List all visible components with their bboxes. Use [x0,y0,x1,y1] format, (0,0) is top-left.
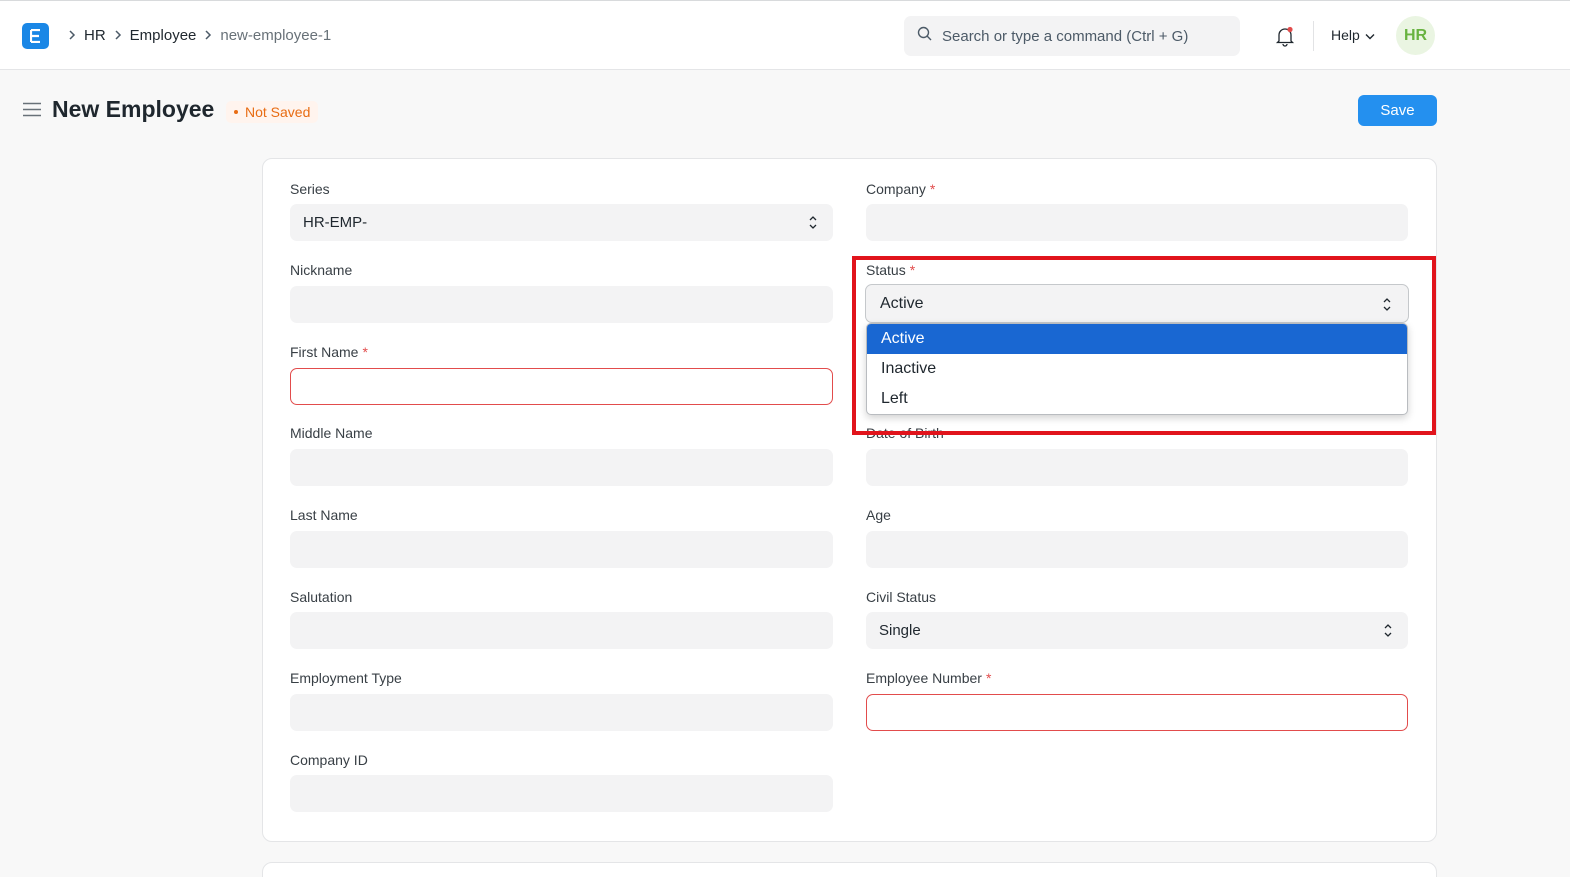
breadcrumb-current[interactable]: new-employee-1 [220,27,331,44]
search-bar[interactable]: Search or type a command (Ctrl + G) [904,16,1240,56]
middle-name-input[interactable] [290,449,833,486]
breadcrumb-hr[interactable]: HR [84,27,106,44]
civil-status-select[interactable]: Single [866,612,1408,649]
avatar[interactable]: HR [1396,16,1435,55]
nav-divider [1313,21,1314,51]
company-id-label: Company ID [290,752,368,768]
help-menu[interactable]: Help [1331,27,1375,43]
breadcrumb: HR Employee new-employee-1 [60,23,331,47]
help-label: Help [1331,27,1360,43]
series-label: Series [290,181,330,197]
chevron-right-icon [204,30,212,40]
age-input[interactable] [866,531,1408,568]
sidebar-toggle-icon[interactable] [23,102,41,117]
series-select[interactable]: HR-EMP- [290,204,833,241]
salutation-label: Salutation [290,589,353,605]
breadcrumb-employee[interactable]: Employee [130,27,197,44]
first-name-input[interactable] [290,368,833,405]
nickname-input[interactable] [290,286,833,323]
company-input[interactable] [866,204,1408,241]
navbar: HR Employee new-employee-1 Search or typ… [0,0,1570,70]
employment-type-input[interactable] [290,694,833,731]
save-button[interactable]: Save [1358,95,1437,126]
annotation-highlight-box [852,256,1436,435]
notification-bell-icon[interactable] [1274,25,1296,47]
last-name-input[interactable] [290,531,833,568]
nickname-label: Nickname [290,262,353,278]
employment-type-label: Employment Type [290,670,402,686]
chevron-right-icon [68,30,76,40]
search-icon [917,26,932,46]
company-label: Company * [866,181,936,197]
salutation-input[interactable] [290,612,833,649]
date-of-birth-input[interactable] [866,449,1408,486]
select-arrows-icon [1384,624,1392,637]
select-arrows-icon [809,216,817,229]
page-title: New Employee [52,96,215,122]
search-input[interactable]: Search or type a command (Ctrl + G) [942,28,1188,45]
civil-status-label: Civil Status [866,589,937,605]
age-label: Age [866,507,891,523]
chevron-right-icon [114,30,122,40]
next-section-card [262,862,1437,877]
first-name-label: First Name * [290,344,368,360]
status-badge: Not Saved [226,101,319,123]
app-logo-icon[interactable] [22,23,49,49]
employee-number-input[interactable] [866,694,1408,731]
last-name-label: Last Name [290,507,358,523]
employee-number-label: Employee Number * [866,670,992,686]
status-dot-icon [234,110,238,114]
status-badge-label: Not Saved [245,104,311,120]
company-id-input[interactable] [290,775,833,812]
middle-name-label: Middle Name [290,425,373,441]
chevron-down-icon [1365,27,1375,43]
